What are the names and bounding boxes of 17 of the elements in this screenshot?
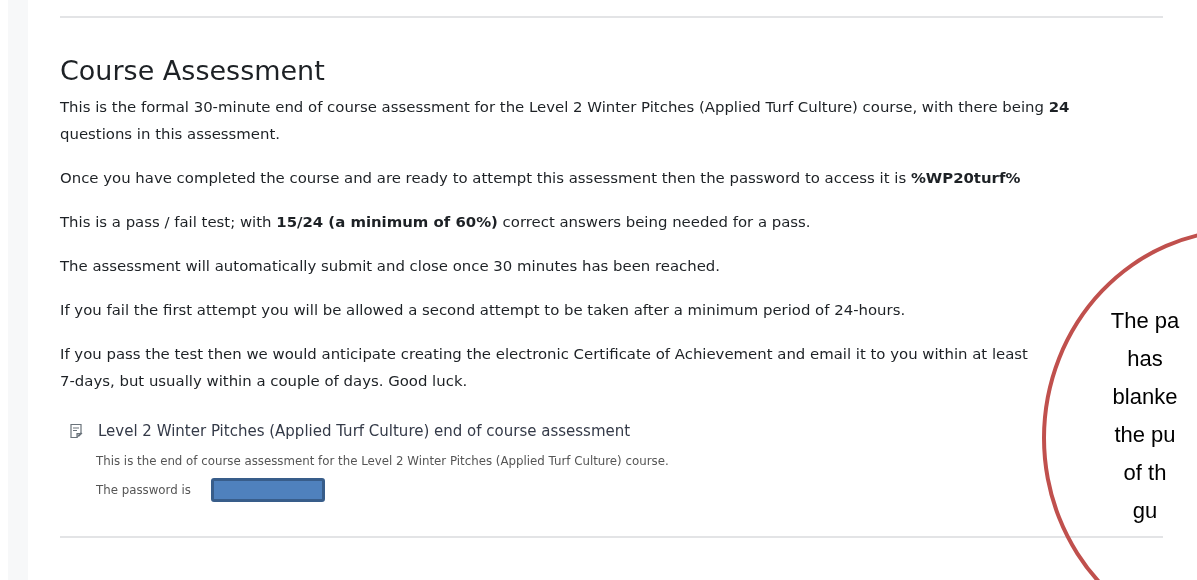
callout-text: has <box>1127 345 1163 373</box>
paragraph: If you pass the test then we would anticipate creating the electronic Certificate of Achievement and email it to you within at least 7-days, but usually within a couple of days. Good luck. <box>60 343 1029 392</box>
activity-link[interactable]: Level 2 Winter Pitches (Applied Turf Culture) end of course assessment <box>98 421 631 440</box>
quiz-icon <box>68 422 84 439</box>
callout-text: blanke <box>1112 383 1178 411</box>
section-title: Course Assessment <box>60 56 326 86</box>
paragraph: If you fail the first attempt you will be allowed a second attempt to be taken after a minimum period of 24-hours. <box>60 299 907 321</box>
paragraph: The assessment will automatically submit and close once 30 minutes has been reached. <box>60 255 722 277</box>
paragraph: Once you have completed the course and are ready to attempt this assessment then the password to access it is %WP20turf% <box>60 167 1022 189</box>
callout-text: of th <box>1123 459 1167 487</box>
callout-text: The pa <box>1110 307 1180 335</box>
password-label: The password is <box>96 482 191 497</box>
callout-text: the pu <box>1114 421 1176 449</box>
paragraph: This is a pass / fail test; with 15/24 (a minimum of 60%) correct answers being needed for a pass. <box>60 211 812 233</box>
activity-description: This is the end of course assessment for the Level 2 Winter Pitches (Applied Turf Culture) course. <box>96 453 670 468</box>
callout-text: gu <box>1132 497 1158 525</box>
paragraph: This is the formal 30-minute end of course assessment for the Level 2 Winter Pitches (Applied Turf Culture) course, with there being 24 questions in this assessment. <box>60 96 1071 145</box>
